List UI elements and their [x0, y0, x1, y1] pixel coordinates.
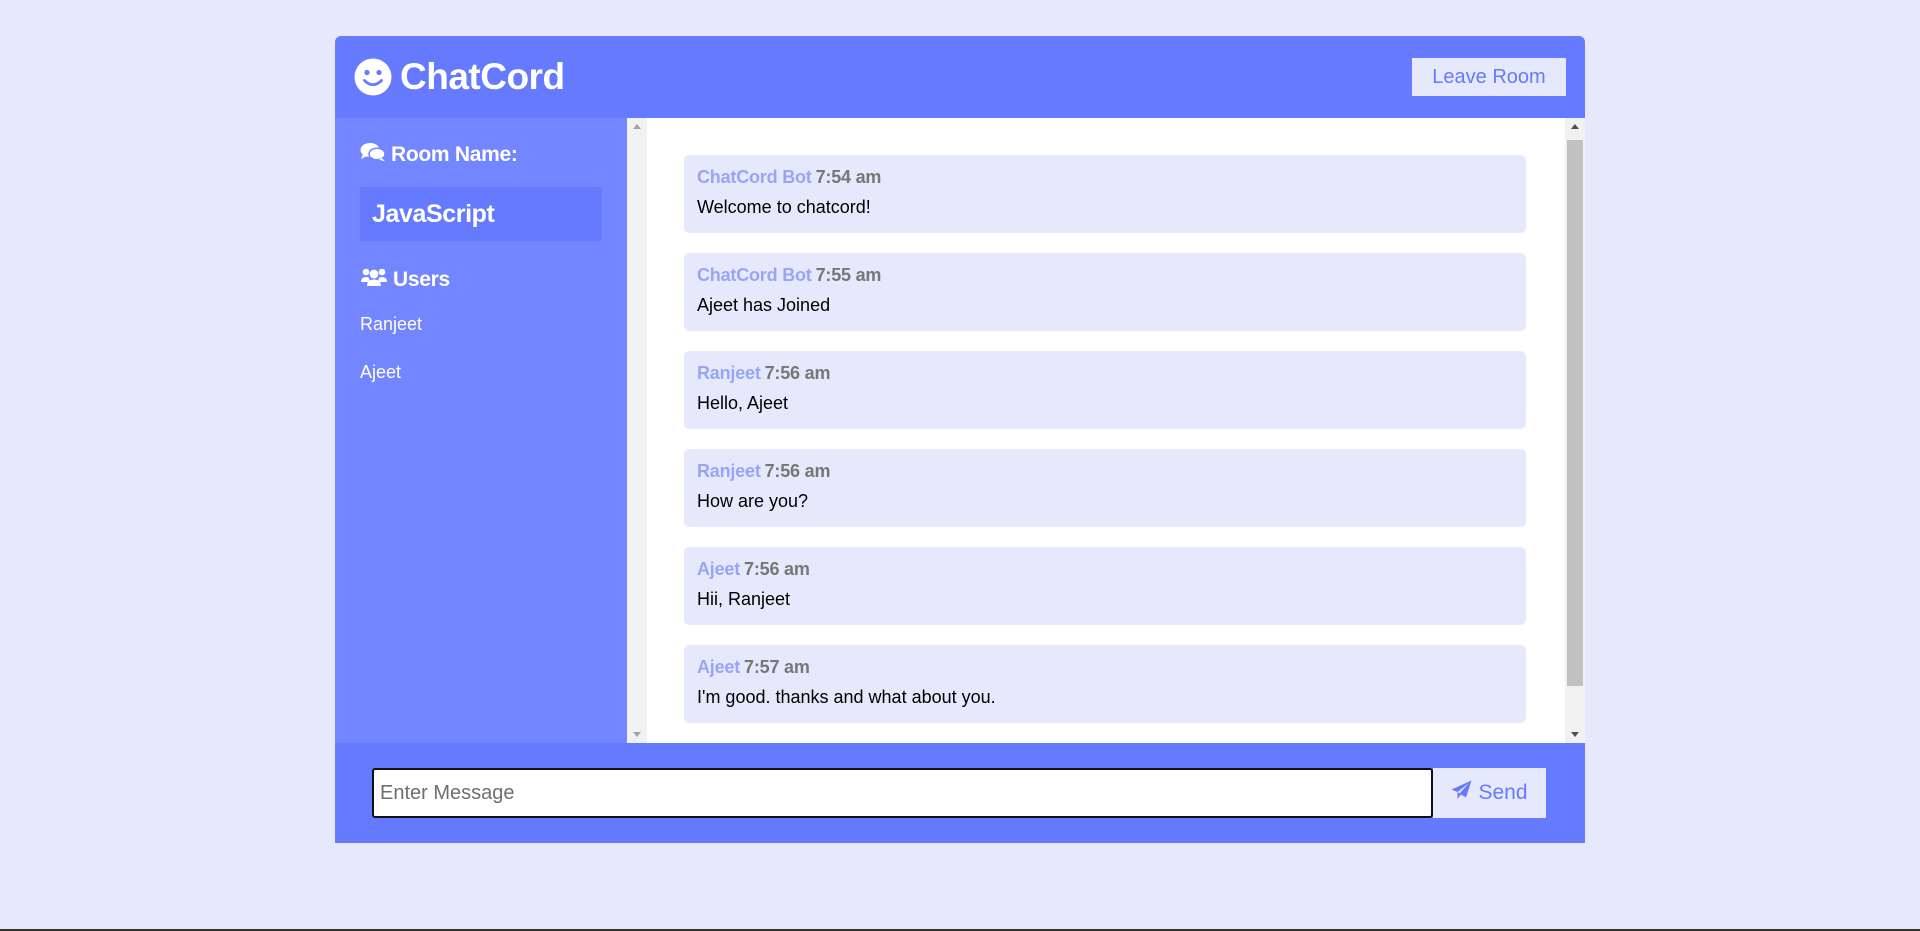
- message-meta: Ranjeet 7:56 am: [697, 363, 1513, 384]
- message-meta: Ranjeet 7:56 am: [697, 461, 1513, 482]
- message-text: Hello, Ajeet: [697, 393, 789, 413]
- right-scrollbar[interactable]: [1565, 118, 1585, 743]
- message-text: I'm good. thanks and what about you.: [697, 687, 996, 707]
- room-heading: Room Name:: [360, 142, 602, 168]
- message-time: 7:56 am: [744, 559, 810, 579]
- message: ChatCord Bot 7:55 am Ajeet has Joined: [684, 253, 1526, 331]
- message-time: 7:55 am: [815, 265, 882, 285]
- chat-messages[interactable]: ChatCord Bot 7:54 am Welcome to chatcord!…: [627, 118, 1585, 743]
- message-list: ChatCord Bot 7:54 am Welcome to chatcord!…: [684, 155, 1526, 743]
- users-heading-label: Users: [393, 268, 450, 291]
- message-text: Hii, Ranjeet: [697, 589, 791, 609]
- message-time: 7:57 am: [744, 657, 810, 677]
- message: Ajeet 7:56 am Hii, Ranjeet: [684, 547, 1526, 625]
- chat-form-container: Send: [335, 743, 1585, 843]
- send-label: Send: [1478, 781, 1528, 804]
- brand: ChatCord: [354, 56, 565, 98]
- message-author: Ranjeet: [697, 461, 761, 481]
- message-meta: ChatCord Bot 7:54 am: [697, 167, 1513, 188]
- chat-header: ChatCord Leave Room: [335, 36, 1585, 118]
- smile-icon: [354, 58, 392, 96]
- paper-plane-icon: [1451, 780, 1478, 806]
- scroll-down-arrow-icon[interactable]: [1571, 732, 1579, 737]
- message-author: Ajeet: [697, 657, 741, 677]
- send-button[interactable]: Send: [1433, 768, 1546, 818]
- message-time: 7:54 am: [815, 167, 882, 187]
- scroll-up-arrow-icon[interactable]: [633, 124, 641, 129]
- message-text: How are you?: [697, 491, 809, 511]
- left-scrollbar[interactable]: [627, 118, 647, 743]
- app-title: ChatCord: [400, 56, 565, 97]
- users-heading: Users: [360, 267, 602, 293]
- message-time: 7:56 am: [764, 363, 831, 383]
- message-text: Welcome to chatcord!: [697, 197, 871, 217]
- message-time: 7:56 am: [764, 461, 831, 481]
- room-heading-label: Room Name:: [391, 143, 518, 166]
- user-item: Ranjeet: [360, 314, 423, 334]
- scrollbar-thumb[interactable]: [1567, 140, 1583, 686]
- message-author: Ajeet: [697, 559, 741, 579]
- scroll-down-arrow-icon[interactable]: [633, 732, 641, 737]
- message: Ajeet 7:57 am I'm good. thanks and what a…: [684, 645, 1526, 723]
- message-text: Ajeet has Joined: [697, 295, 831, 315]
- message-author: ChatCord Bot: [697, 265, 812, 285]
- users-list: Ranjeet Ajeet: [360, 313, 602, 409]
- scroll-up-arrow-icon[interactable]: [1571, 124, 1579, 129]
- message: Ranjeet 7:56 am Hello, Ajeet: [684, 351, 1526, 429]
- message-meta: ChatCord Bot 7:55 am: [697, 265, 1513, 286]
- leave-room-button[interactable]: Leave Room: [1412, 58, 1566, 96]
- message-meta: Ajeet 7:56 am: [697, 559, 1513, 580]
- chat-main: Room Name: JavaScript Users Ranjeet Ajee…: [335, 118, 1585, 743]
- message-author: Ranjeet: [697, 363, 761, 383]
- message-meta: Ajeet 7:57 am: [697, 657, 1513, 678]
- user-item: Ajeet: [360, 362, 402, 382]
- users-icon: [360, 267, 393, 293]
- message-author: ChatCord Bot: [697, 167, 812, 187]
- chat-container: ChatCord Leave Room Room Name: JavaScrip…: [335, 36, 1585, 843]
- page: ChatCord Leave Room Room Name: JavaScrip…: [0, 0, 1920, 931]
- message: ChatCord Bot 7:54 am Welcome to chatcord!: [684, 155, 1526, 233]
- room-name: JavaScript: [360, 187, 602, 241]
- message: Ranjeet 7:56 am How are you?: [684, 449, 1526, 527]
- comments-icon: [360, 142, 391, 168]
- message-input[interactable]: [372, 768, 1433, 818]
- sidebar: Room Name: JavaScript Users Ranjeet Ajee…: [335, 118, 627, 743]
